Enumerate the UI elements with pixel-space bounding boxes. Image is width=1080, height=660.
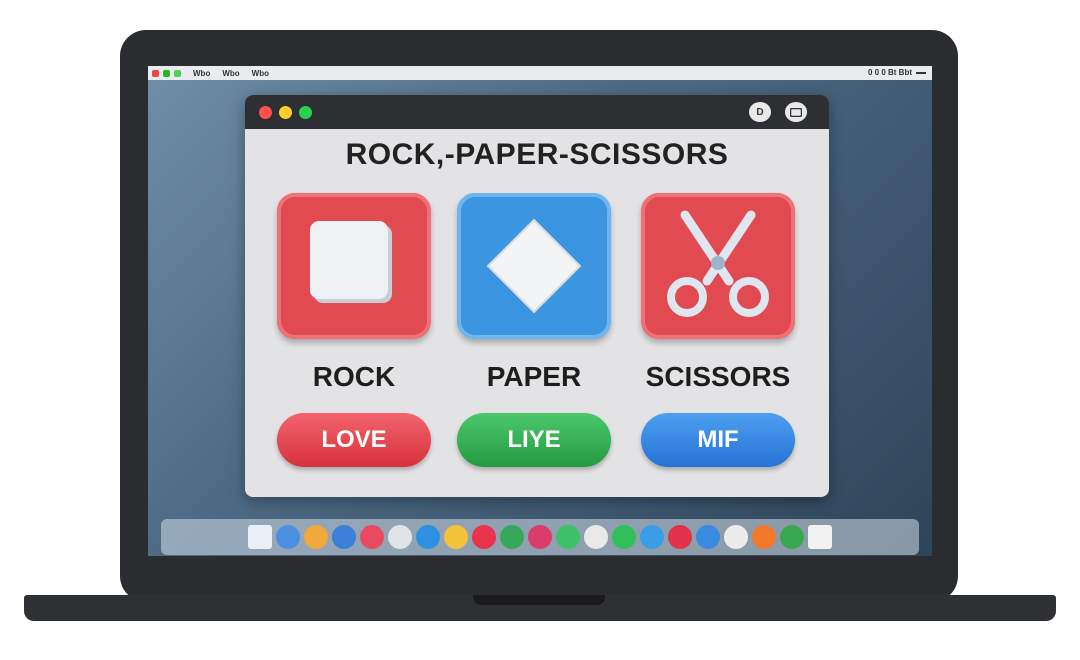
scripts-icon[interactable] [528,525,552,549]
photos-icon[interactable] [388,525,412,549]
scissors-choice-button[interactable] [641,193,795,339]
app-store-icon[interactable] [416,525,440,549]
app-icon[interactable] [163,69,170,77]
menu-bar: Wbo Wbo Wbo 0 0 0 Bt Bbt [148,66,932,80]
window-button[interactable] [785,102,807,122]
mail-icon[interactable] [332,525,356,549]
app-icon[interactable] [174,69,181,77]
liye-button[interactable]: LIYE [457,413,611,467]
close-icon[interactable] [152,69,159,77]
music-icon[interactable] [360,525,384,549]
game-title: ROCK,-PAPER-SCISSORS [345,138,729,171]
paper-choice-button[interactable] [457,193,611,339]
scissors-label: SCISSORS [645,361,791,392]
menu-item[interactable]: Wbo [193,69,210,78]
menu-item[interactable]: Wbo [252,69,269,78]
safari-icon[interactable] [276,525,300,549]
notes-icon[interactable] [444,525,468,549]
maximize-button[interactable] [299,106,312,119]
cloud-icon[interactable] [724,525,748,549]
menu-item[interactable]: Wbo [222,69,239,78]
mif-button[interactable]: MIF [641,413,795,467]
screen: Wbo Wbo Wbo 0 0 0 Bt Bbt D ROCK,-PAPER-S… [148,66,932,556]
scissors-icon [667,210,769,317]
love-button[interactable]: LOVE [277,413,431,467]
messages-icon[interactable] [556,525,580,549]
laptop-notch [473,595,605,605]
window-titlebar: D [245,95,829,129]
close-button[interactable] [259,106,272,119]
facetime-icon[interactable] [612,525,636,549]
finder-icon[interactable] [248,525,272,549]
games-icon[interactable] [472,525,496,549]
edge-icon[interactable] [640,525,664,549]
profile-button[interactable]: D [749,102,771,122]
dock [161,519,919,555]
rock-choice-button[interactable] [277,193,431,339]
warning-icon[interactable] [752,525,776,549]
maps-icon[interactable] [500,525,524,549]
news-icon[interactable] [668,525,692,549]
menu-extra-icon[interactable] [916,72,926,74]
rock-icon [310,221,392,303]
game-window: D ROCK,-PAPER-SCISSORS ROCK PAPER SCISSO… [245,95,829,497]
status-area[interactable]: 0 0 0 Bt Bbt [868,68,912,77]
paper-label: PAPER [486,361,582,392]
trash-icon[interactable] [808,525,832,549]
home-icon[interactable] [584,525,608,549]
paper-icon [487,219,581,313]
minimize-button[interactable] [279,106,292,119]
window-icon [790,107,802,117]
compass-icon[interactable] [304,525,328,549]
android-icon[interactable] [780,525,804,549]
sharing-icon[interactable] [696,525,720,549]
rock-label: ROCK [312,361,396,392]
